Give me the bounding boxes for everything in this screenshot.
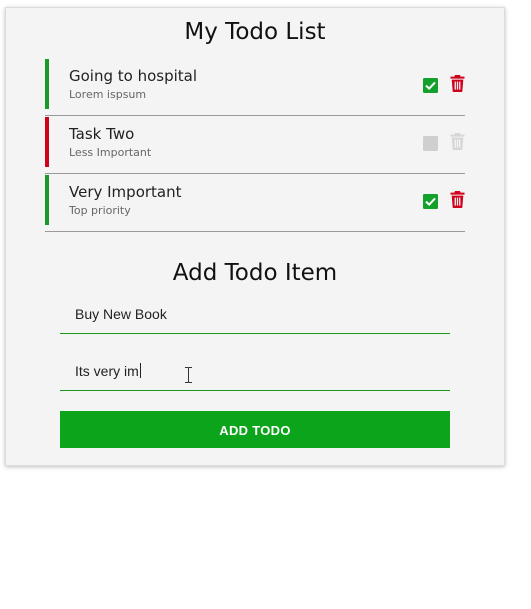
trash-icon[interactable] <box>450 133 465 150</box>
todo-item: Going to hospital Lorem ispsum <box>45 58 465 116</box>
todo-title: Going to hospital <box>69 67 198 85</box>
priority-bar <box>45 175 49 225</box>
text-caret <box>139 363 141 378</box>
text-cursor-icon <box>185 367 192 383</box>
todo-item: Very Important Top priority <box>45 174 465 232</box>
add-todo-heading: Add Todo Item <box>172 260 338 286</box>
todo-item: Task Two Less Important <box>45 116 465 174</box>
add-todo-button[interactable]: ADD TODO <box>60 411 450 448</box>
priority-bar <box>45 59 49 109</box>
checkbox-icon[interactable] <box>423 78 438 93</box>
todo-description-input-value: Its very im <box>75 363 139 379</box>
todo-title-input[interactable]: Buy New Book <box>60 296 450 334</box>
page-title: My Todo List <box>184 19 326 45</box>
checkbox-icon[interactable] <box>423 194 438 209</box>
todo-subtitle: Top priority <box>69 204 131 217</box>
todo-subtitle: Less Important <box>69 146 152 159</box>
todo-title: Very Important <box>69 183 182 201</box>
todo-card: My Todo List Going to hospital Lorem isp… <box>5 7 505 466</box>
todo-title: Task Two <box>69 125 135 143</box>
todo-title-input-value: Buy New Book <box>75 306 167 322</box>
todo-subtitle: Lorem ispsum <box>69 88 147 101</box>
checkbox-icon[interactable] <box>423 136 438 151</box>
todo-description-input[interactable]: Its very im <box>60 353 450 391</box>
trash-icon[interactable] <box>450 75 465 92</box>
trash-icon[interactable] <box>450 191 465 208</box>
priority-bar <box>45 117 49 167</box>
todo-list: Going to hospital Lorem ispsum Task Two … <box>45 58 465 232</box>
